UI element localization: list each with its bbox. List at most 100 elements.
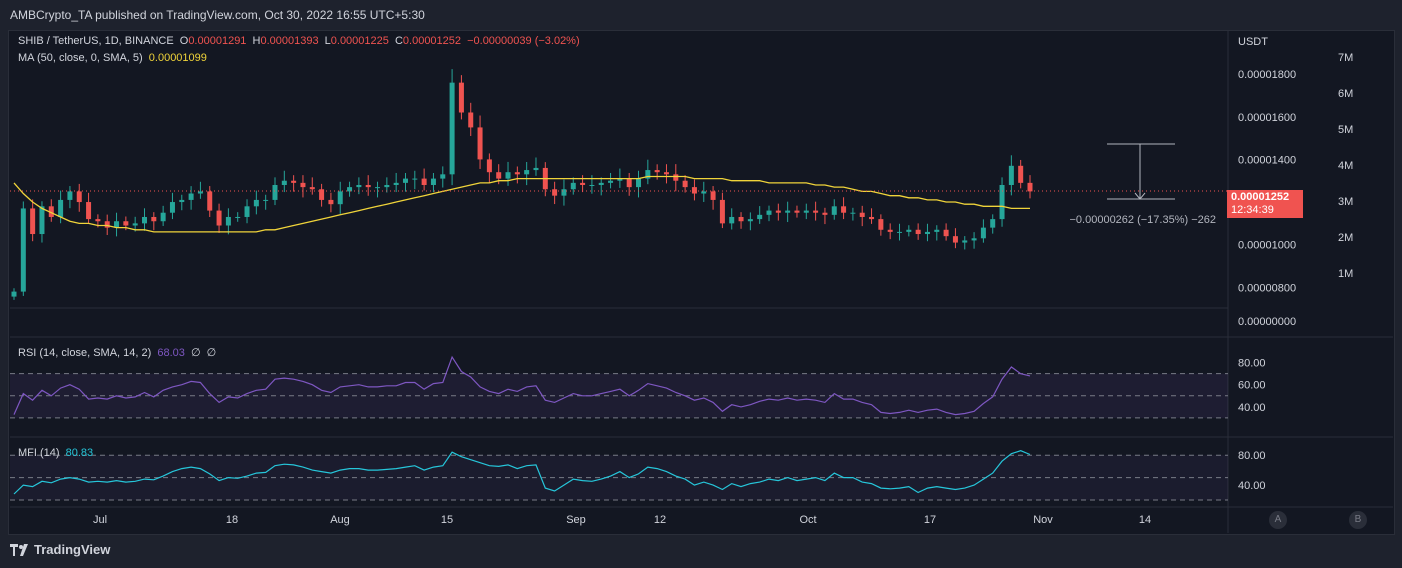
candle-body <box>514 172 520 175</box>
time-label: 14 <box>1139 514 1151 526</box>
candle-body <box>440 174 446 179</box>
mfi-legend[interactable]: MFI (14) 80.83 <box>18 447 96 459</box>
candle-body <box>95 219 101 222</box>
symbol-label[interactable]: SHIB / TetherUS, 1D, BINANCE <box>18 35 174 47</box>
candle-body <box>580 182 586 185</box>
change-value: −0.00000039 (−3.02%) <box>467 35 580 47</box>
candle-body <box>486 159 492 173</box>
candle-body <box>179 199 185 203</box>
candle-body <box>952 236 958 243</box>
time-label: Aug <box>330 514 350 526</box>
candle-body <box>216 210 222 226</box>
low-value: 0.00001225 <box>330 35 389 47</box>
candle-body <box>309 187 315 190</box>
candle-body <box>505 172 511 179</box>
candle-body <box>263 199 269 201</box>
price-tick: 0.00001400 <box>1238 154 1296 166</box>
time-label: 18 <box>226 514 238 526</box>
price-tick: 0.00001600 <box>1238 112 1296 124</box>
candle-body <box>235 216 241 218</box>
ma-line <box>13 175 1030 233</box>
candle-body <box>608 180 614 183</box>
rsi-extra-1: ∅ <box>190 347 201 359</box>
time-label: Oct <box>799 514 816 526</box>
currency-label: USDT <box>1238 36 1268 48</box>
candle-body <box>197 191 203 194</box>
candle-body <box>589 184 595 186</box>
candle-body <box>188 193 194 200</box>
candle-body <box>58 199 64 217</box>
candle-body <box>794 210 800 213</box>
candle-body <box>636 178 642 188</box>
candle-body <box>365 184 371 188</box>
high-value: 0.00001393 <box>260 35 319 47</box>
candle-body <box>859 212 865 217</box>
candle-body <box>300 182 306 188</box>
candle-body <box>356 184 362 188</box>
ma-legend[interactable]: MA (50, close, 0, SMA, 5) 0.00001099 <box>18 52 210 64</box>
candle-body <box>626 178 632 188</box>
candle-body <box>663 172 669 175</box>
candle-body <box>813 210 819 213</box>
price-tick: 0.00000800 <box>1238 282 1296 294</box>
tradingview-logo-icon <box>10 543 30 556</box>
mfi-tick: 80.00 <box>1238 450 1266 462</box>
candle-body <box>384 184 390 188</box>
candle-body <box>924 231 930 235</box>
trading-chart[interactable]: −0.00000262 (−17.35%) −262 USDT 0.00001800… <box>0 0 1402 568</box>
time-label: Jul <box>93 514 107 526</box>
candle-body <box>347 187 353 192</box>
brand-name: TradingView <box>34 542 111 557</box>
candle-body <box>225 216 231 226</box>
time-label: 12 <box>654 514 666 526</box>
candle-body <box>244 206 250 217</box>
rsi-legend[interactable]: RSI (14, close, SMA, 14, 2) 68.03 ∅ ∅ <box>18 346 219 359</box>
last-price-badge: 0.00001252 12:34:39 <box>1227 190 1303 218</box>
candle-body <box>962 240 968 243</box>
candle-body <box>132 223 138 226</box>
candle-body <box>272 184 278 200</box>
candle-body <box>458 82 464 113</box>
candle-body <box>803 210 809 213</box>
tradingview-footer[interactable]: TradingView <box>10 542 110 557</box>
candle-body <box>971 238 977 241</box>
candle-body <box>869 216 875 220</box>
volume-tick: 1M <box>1338 268 1353 280</box>
log-scale-button[interactable]: B <box>1349 511 1367 529</box>
mfi-tick: 40.00 <box>1238 480 1266 492</box>
measure-label: −0.00000262 (−17.35%) −262 <box>1070 214 1217 226</box>
time-label: 17 <box>924 514 936 526</box>
candle-body <box>76 191 82 203</box>
candle-body <box>682 180 688 188</box>
candle-body <box>123 221 129 226</box>
candle-body <box>151 216 157 222</box>
candle-body <box>887 229 893 232</box>
candle-body <box>999 184 1005 220</box>
price-tick: 0.00000000 <box>1238 316 1296 328</box>
volume-tick: 3M <box>1338 196 1353 208</box>
candle-body <box>477 127 483 160</box>
candle-body <box>533 167 539 171</box>
time-label: Nov <box>1033 514 1053 526</box>
mfi-label: MFI (14) <box>18 447 60 459</box>
candle-body <box>430 178 436 185</box>
auto-scale-button[interactable]: A <box>1269 511 1287 529</box>
candle-body <box>402 178 408 183</box>
candle-body <box>775 210 781 213</box>
close-label: C <box>394 35 403 47</box>
countdown-timer: 12:34:39 <box>1231 204 1274 216</box>
last-price: 0.00001252 <box>1231 191 1290 203</box>
candle-body <box>524 170 530 175</box>
candle-body <box>738 216 744 222</box>
candle-body <box>878 219 884 230</box>
volume-tick: 2M <box>1338 232 1353 244</box>
candle-body <box>552 189 558 196</box>
candle-body <box>468 112 474 128</box>
open-value: 0.00001291 <box>188 35 247 47</box>
rsi-tick: 40.00 <box>1238 402 1266 414</box>
candle-body <box>1008 165 1014 185</box>
candle-body <box>11 291 17 297</box>
candle-body <box>897 231 903 233</box>
candle-body <box>701 191 707 194</box>
candle-body <box>757 214 763 220</box>
